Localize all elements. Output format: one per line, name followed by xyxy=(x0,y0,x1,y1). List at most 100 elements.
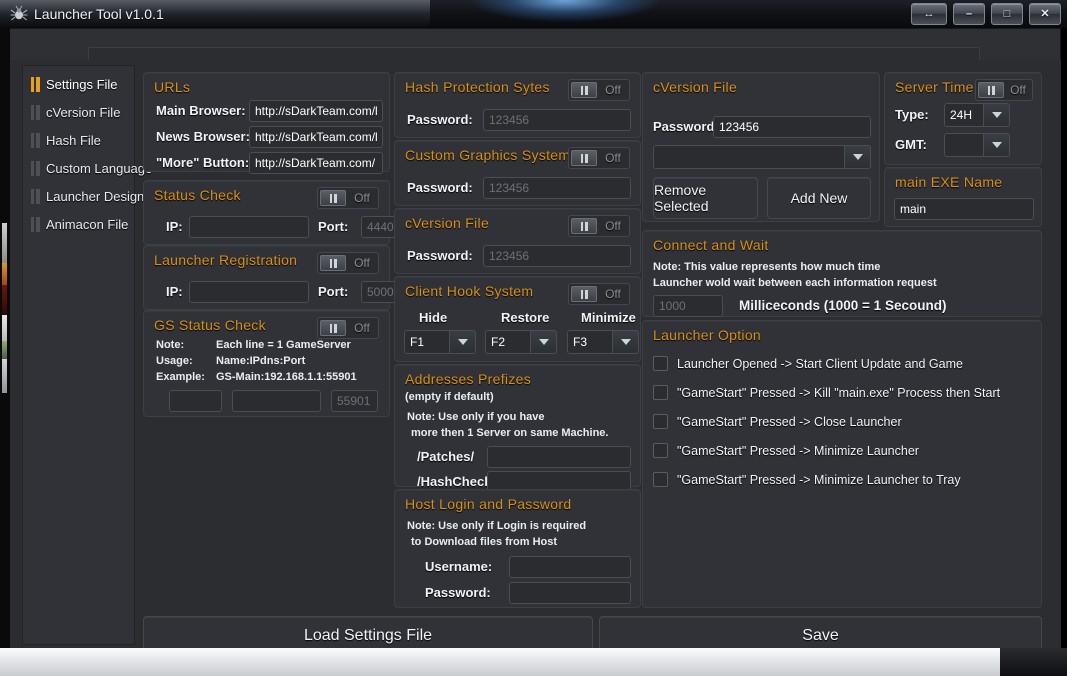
sidebar-item-custom-language[interactable]: Custom Language xyxy=(23,154,152,182)
port-label: Port: xyxy=(318,219,349,234)
cversion-right-password-input[interactable] xyxy=(713,116,871,138)
sidebar-item-cversion-file[interactable]: cVersion File xyxy=(23,98,134,126)
urls-panel: URLs Main Browser: News Browser: "More" … xyxy=(143,72,390,174)
cversion-mid-toggle[interactable]: Off xyxy=(568,215,630,237)
client-hook-toggle[interactable]: Off xyxy=(568,283,630,305)
username-label: Username: xyxy=(425,559,493,574)
minimize-label: Minimize xyxy=(581,310,636,325)
status-check-ip-input[interactable] xyxy=(189,216,309,238)
sidebar-item-settings-file[interactable]: Settings File xyxy=(23,70,134,98)
host-password-input[interactable] xyxy=(509,582,631,604)
checkbox-icon xyxy=(653,356,668,371)
milliseconds-label: Milliceconds (1000 = 1 Secound) xyxy=(739,298,947,313)
panel-title: Launcher Option xyxy=(653,327,762,343)
gs-host-input[interactable] xyxy=(232,390,321,412)
option-start-client-update[interactable]: Launcher Opened -> Start Client Update a… xyxy=(653,356,963,371)
usage-value: Name:IPdns:Port xyxy=(216,355,306,367)
cversion-list-value xyxy=(653,145,845,169)
note-line-2: more then 1 Server on same Machine. xyxy=(411,427,609,439)
restore-hotkey-select[interactable]: F2 xyxy=(485,330,557,354)
hash-protection-toggle[interactable]: Off xyxy=(568,79,630,101)
chevron-down-icon xyxy=(984,103,1010,127)
sidebar-item-animacon-file[interactable]: Animacon File xyxy=(23,210,134,238)
sidebar-item-label: Hash File xyxy=(46,132,101,148)
more-button-input[interactable] xyxy=(249,152,383,174)
sidebar-item-label: Settings File xyxy=(46,76,118,92)
gs-port-input[interactable] xyxy=(331,390,378,412)
launcher-registration-panel: Launcher Registration Off IP: Port: xyxy=(143,245,413,310)
checkbox-icon xyxy=(653,385,668,400)
status-check-toggle[interactable]: Off xyxy=(317,187,379,209)
custom-graphics-password-input[interactable] xyxy=(483,177,631,199)
close-button[interactable]: ✕ xyxy=(1029,3,1061,25)
option-label: "GameStart" Pressed -> Kill "main.exe" P… xyxy=(677,385,1001,400)
note-value: Each line = 1 GameServer xyxy=(216,339,351,351)
gs-status-check-toggle[interactable]: Off xyxy=(317,317,379,339)
custom-graphics-toggle[interactable]: Off xyxy=(568,147,630,169)
hashcheck-label: /HashCheck/ xyxy=(417,474,496,489)
main-browser-input[interactable] xyxy=(249,100,383,122)
cversion-list-select[interactable] xyxy=(653,145,871,169)
panel-title: Host Login and Password xyxy=(405,496,572,512)
gmt-select[interactable] xyxy=(944,133,1010,157)
client-hook-panel: Client Hook System Off Hide Restore Mini… xyxy=(394,276,641,362)
cversion-file-right-panel: cVersion File Password: Remove Selected … xyxy=(642,72,880,222)
option-close-launcher[interactable]: "GameStart" Pressed -> Close Launcher xyxy=(653,414,902,429)
sidebar-item-label: Animacon File xyxy=(46,216,129,232)
application-window: Launcher Tool v1.0.1 ↔ – □ ✕ Settings Fi… xyxy=(0,0,1067,676)
patches-prefix-input[interactable] xyxy=(487,446,631,468)
gmt-label: GMT: xyxy=(895,137,927,152)
option-minimize-launcher[interactable]: "GameStart" Pressed -> Minimize Launcher xyxy=(653,443,919,458)
password-label: Password: xyxy=(425,585,491,600)
gs-status-check-panel: GS Status Check Off Note: Each line = 1 … xyxy=(143,310,390,417)
minimize-button[interactable]: – xyxy=(953,3,985,25)
hide-hotkey-select[interactable]: F1 xyxy=(404,330,476,354)
time-type-select[interactable]: 24H xyxy=(944,103,1010,127)
host-username-input[interactable] xyxy=(509,556,631,578)
server-time-toggle[interactable]: Off xyxy=(975,79,1033,101)
save-label: Save xyxy=(802,627,839,644)
close-icon: ✕ xyxy=(1040,7,1050,20)
host-login-panel: Host Login and Password Note: Use only i… xyxy=(394,489,641,608)
panel-title: Connect and Wait xyxy=(653,237,769,253)
maximize-button[interactable]: □ xyxy=(991,3,1023,25)
panel-title: Launcher Registration xyxy=(154,252,298,268)
connect-wait-input[interactable] xyxy=(653,295,723,317)
password-label: Password: xyxy=(407,112,473,127)
connect-and-wait-panel: Connect and Wait Note: This value repres… xyxy=(642,230,1042,317)
restore-label: Restore xyxy=(501,310,550,325)
panel-subtitle: (empty if default) xyxy=(405,391,494,403)
option-label: "GameStart" Pressed -> Minimize Launcher xyxy=(677,443,919,458)
server-time-panel: Server Time Off Type: 24H GMT: xyxy=(884,72,1042,165)
sidebar-item-hash-file[interactable]: Hash File xyxy=(23,126,134,154)
resize-button[interactable]: ↔ xyxy=(911,3,947,25)
panel-title: cVersion File xyxy=(405,215,490,231)
gs-name-input[interactable] xyxy=(169,390,222,412)
option-minimize-to-tray[interactable]: "GameStart" Pressed -> Minimize Launcher… xyxy=(653,472,961,487)
minimize-hotkey-select[interactable]: F3 xyxy=(567,330,639,354)
main-browser-label: Main Browser: xyxy=(156,103,246,118)
launcher-registration-ip-input[interactable] xyxy=(189,281,309,303)
pause-icon xyxy=(571,82,597,98)
option-label: "GameStart" Pressed -> Minimize Launcher… xyxy=(677,472,961,487)
launcher-registration-toggle[interactable]: Off xyxy=(317,252,379,274)
toggle-state-label: Off xyxy=(1010,83,1026,97)
sidebar-item-launcher-designer[interactable]: Launcher Designer xyxy=(23,182,156,210)
main-exe-name-input[interactable] xyxy=(894,198,1034,220)
usage-label: Usage: xyxy=(156,355,193,367)
cversion-mid-password-input[interactable] xyxy=(483,245,631,267)
title-bar[interactable]: Launcher Tool v1.0.1 ↔ – □ ✕ xyxy=(0,0,1067,28)
bars-icon xyxy=(31,188,40,204)
hash-protection-password-input[interactable] xyxy=(483,109,631,131)
bars-icon xyxy=(31,104,40,120)
pause-icon xyxy=(571,286,597,302)
add-new-button[interactable]: Add New xyxy=(767,177,871,219)
ip-label: IP: xyxy=(166,284,183,299)
option-kill-main-exe[interactable]: "GameStart" Pressed -> Kill "main.exe" P… xyxy=(653,385,1000,400)
main-exe-name-panel: main EXE Name xyxy=(884,167,1042,227)
gmt-value xyxy=(944,133,984,157)
add-new-label: Add New xyxy=(790,190,848,206)
remove-selected-button[interactable]: Remove Selected xyxy=(653,177,758,219)
toggle-state-label: Off xyxy=(354,321,370,335)
news-browser-input[interactable] xyxy=(249,126,383,148)
